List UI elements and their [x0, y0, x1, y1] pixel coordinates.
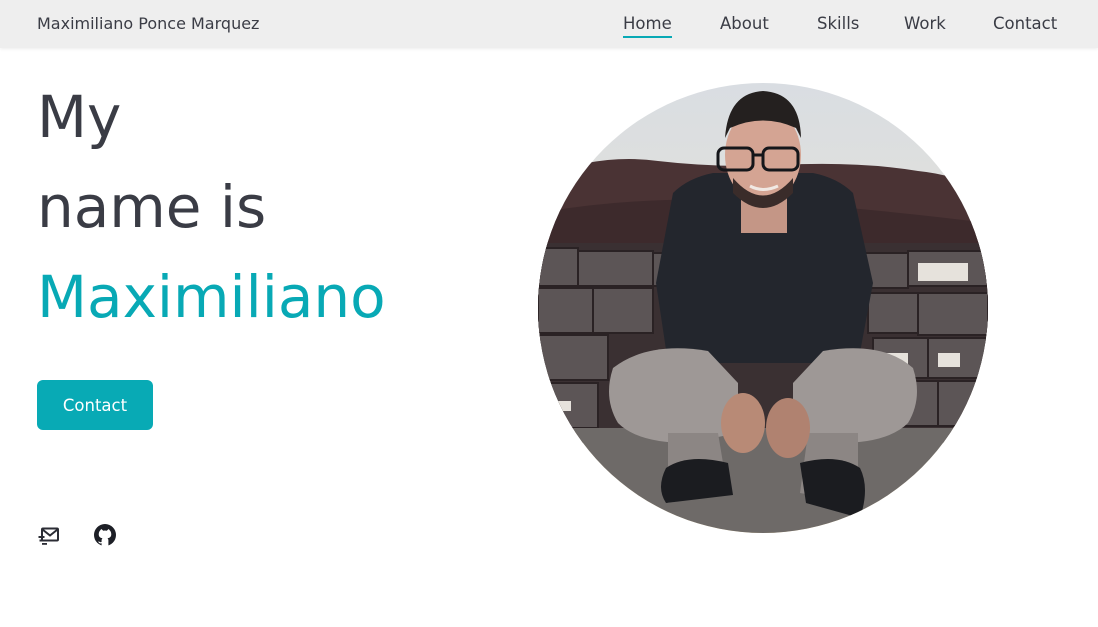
site-header: Maximiliano Ponce Marquez Home About Ski… — [0, 0, 1098, 48]
nav-home[interactable]: Home — [623, 14, 672, 38]
nav-skills[interactable]: Skills — [817, 14, 859, 36]
profile-photo-image — [538, 83, 988, 533]
nav-about[interactable]: About — [720, 14, 769, 36]
email-link[interactable] — [38, 523, 62, 547]
nav-work[interactable]: Work — [904, 14, 946, 36]
nav-contact[interactable]: Contact — [993, 14, 1057, 36]
mail-send-icon — [38, 527, 59, 545]
github-icon — [94, 524, 116, 546]
contact-button[interactable]: Contact — [37, 380, 153, 430]
github-link[interactable] — [93, 523, 117, 547]
hero-line-2: name is — [37, 173, 267, 241]
brand-name[interactable]: Maximiliano Ponce Marquez — [37, 14, 259, 33]
hero-name: Maximiliano — [37, 263, 386, 331]
hero-line-1: My — [37, 83, 122, 151]
profile-photo — [538, 83, 988, 533]
